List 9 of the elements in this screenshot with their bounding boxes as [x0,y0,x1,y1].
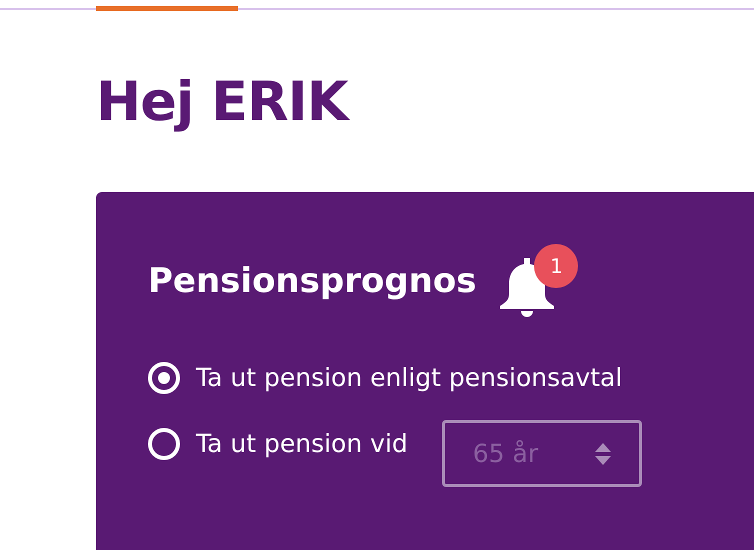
select-value: 65 år [472,438,538,470]
radio-button[interactable] [148,428,180,460]
option-label: Ta ut pension enligt pensionsavtal [196,362,622,394]
radio-button[interactable] [148,362,180,394]
notification-badge: 1 [534,244,578,288]
option-label: Ta ut pension vid [196,428,408,460]
greeting-heading: Hej ERIK [96,70,351,134]
sort-icon [594,442,611,464]
card-title: Pensionsprognos [148,260,476,302]
